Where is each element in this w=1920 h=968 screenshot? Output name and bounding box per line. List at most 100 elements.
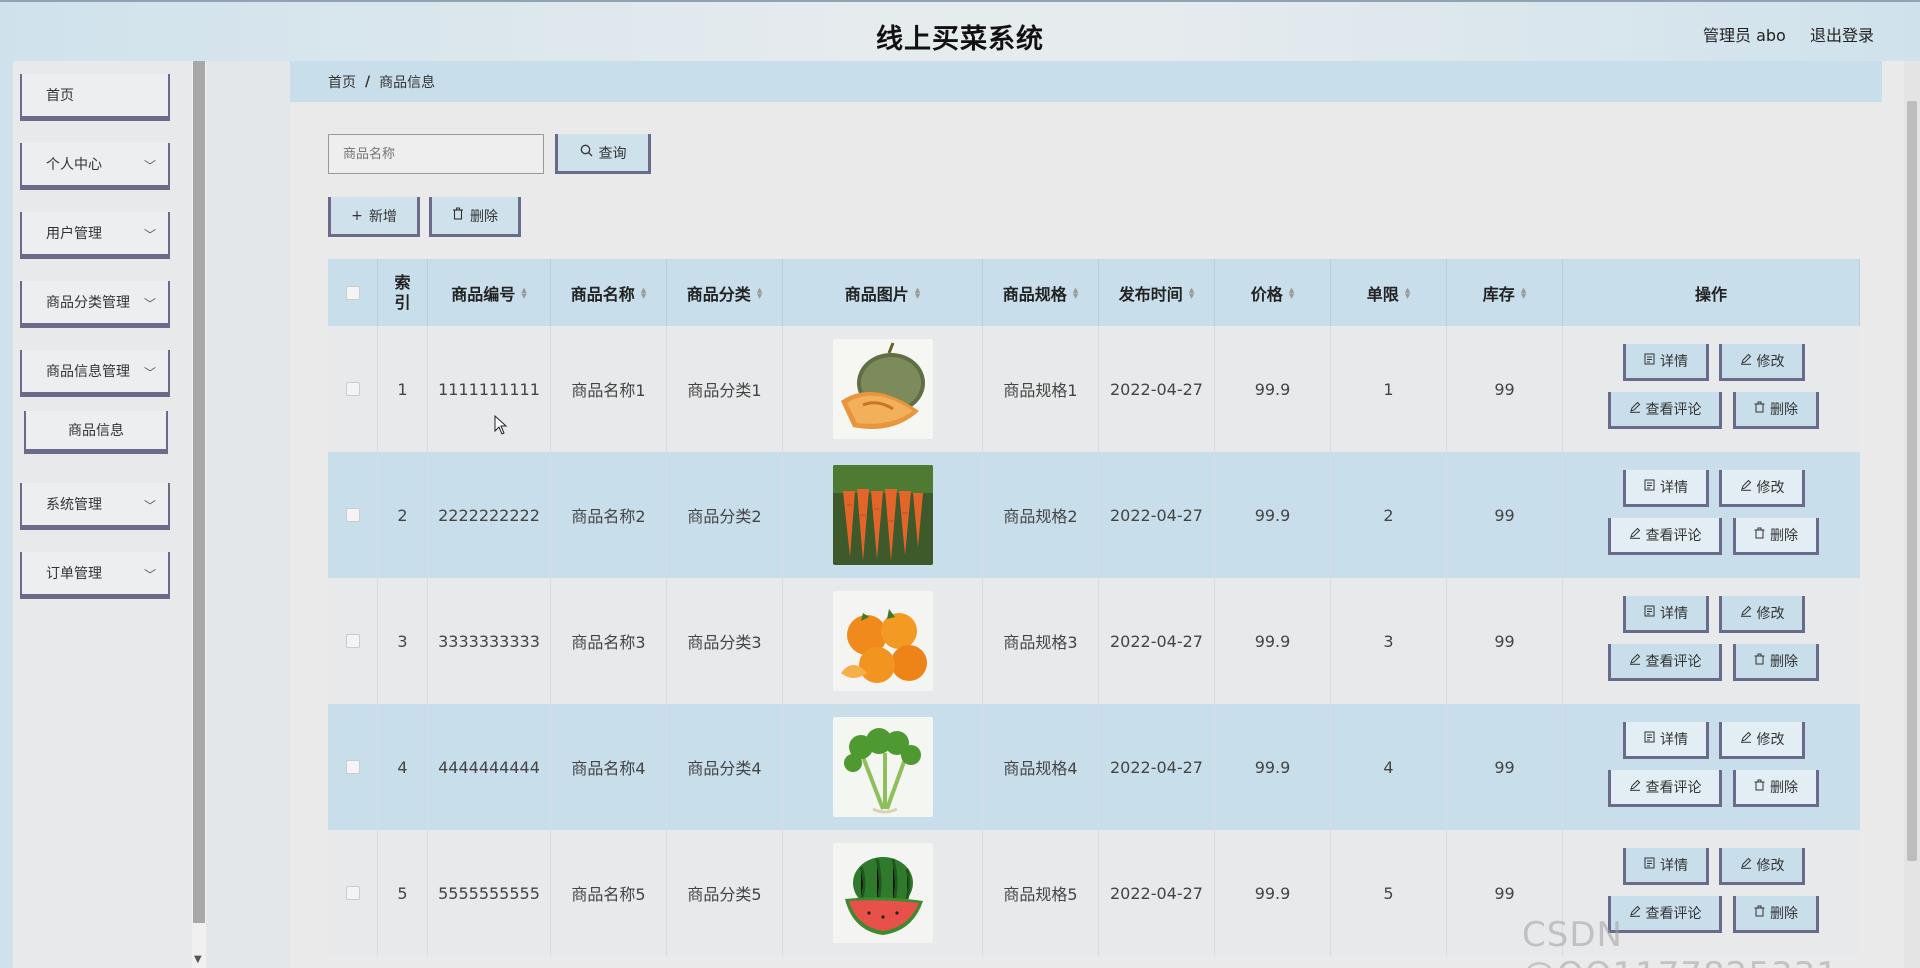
cell-code: 1111111111 xyxy=(428,326,551,452)
sidebar-item-category-management[interactable]: 商品分类管理 ﹀ xyxy=(20,281,170,328)
view-reviews-label: 查看评论 xyxy=(1645,402,1702,418)
sort-icon[interactable]: ▲ ▼ xyxy=(1405,286,1410,299)
sidebar-scrollbar[interactable]: ▼ xyxy=(192,61,206,968)
admin-user-label: 管理员 abo xyxy=(1703,26,1786,45)
breadcrumb-home[interactable]: 首页 xyxy=(328,72,356,92)
scrollbar-thumb[interactable] xyxy=(193,61,205,923)
row-checkbox[interactable] xyxy=(345,382,360,396)
logout-link[interactable]: 退出登录 xyxy=(1810,22,1874,46)
sidebar-item-order-management[interactable]: 订单管理 ﹀ xyxy=(20,552,170,599)
cell-code: 5555555555 xyxy=(428,830,551,956)
sidebar-item-personal-center[interactable]: 个人中心 ﹀ xyxy=(20,143,170,190)
trash-icon xyxy=(1754,779,1765,795)
detail-button[interactable]: 详情 xyxy=(1623,596,1709,633)
cell-code: 3333333333 xyxy=(428,578,551,704)
row-checkbox[interactable] xyxy=(345,886,360,900)
header-stock[interactable]: 库存 ▲ ▼ xyxy=(1447,259,1563,326)
search-input[interactable] xyxy=(328,134,544,174)
detail-button[interactable]: 详情 xyxy=(1623,470,1709,507)
product-image-hami-melon[interactable] xyxy=(832,339,933,439)
sort-icon[interactable]: ▲ ▼ xyxy=(1073,286,1078,299)
cell-image xyxy=(783,830,983,956)
row-checkbox[interactable] xyxy=(345,508,360,522)
product-image-oranges[interactable] xyxy=(832,591,933,691)
scrollbar-thumb[interactable] xyxy=(1907,101,1917,861)
sidebar-item-product-management[interactable]: 商品信息管理 ﹀ xyxy=(20,350,170,397)
view-reviews-button[interactable]: 查看评论 xyxy=(1608,644,1722,681)
row-delete-button[interactable]: 删除 xyxy=(1733,770,1819,807)
edit-button[interactable]: 修改 xyxy=(1719,722,1805,759)
header-code[interactable]: 商品编号 ▲ ▼ xyxy=(428,259,551,326)
header-spec[interactable]: 商品规格 ▲ ▼ xyxy=(983,259,1099,326)
batch-delete-button[interactable]: 删除 xyxy=(429,197,521,237)
sort-icon[interactable]: ▲ ▼ xyxy=(757,286,762,299)
document-icon xyxy=(1644,605,1655,621)
detail-label: 详情 xyxy=(1660,354,1688,370)
select-all-checkbox[interactable] xyxy=(345,285,360,300)
cell-category: 商品分类4 xyxy=(667,704,783,830)
header-image[interactable]: 商品图片 ▲ ▼ xyxy=(783,259,983,326)
view-reviews-label: 查看评论 xyxy=(1645,528,1702,544)
row-delete-button[interactable]: 删除 xyxy=(1733,644,1819,681)
view-reviews-label: 查看评论 xyxy=(1645,654,1702,670)
row-checkbox-cell xyxy=(328,704,378,830)
app-title: 线上买菜系统 xyxy=(876,24,1044,55)
trash-icon xyxy=(1754,653,1765,669)
row-checkbox-cell xyxy=(328,326,378,452)
cell-spec: 商品规格1 xyxy=(983,326,1099,452)
row-checkbox[interactable] xyxy=(345,760,360,774)
edit-pen-icon xyxy=(1740,857,1752,873)
cell-actions: 详情 修改 查看评论 删除 xyxy=(1563,704,1860,830)
header-actions: 操作 xyxy=(1563,259,1860,326)
detail-button[interactable]: 详情 xyxy=(1623,722,1709,759)
detail-button[interactable]: 详情 xyxy=(1623,344,1709,381)
sort-icon[interactable]: ▲ ▼ xyxy=(641,286,646,299)
sort-icon[interactable]: ▲ ▼ xyxy=(1521,286,1526,299)
cell-limit: 2 xyxy=(1331,452,1447,578)
header-name[interactable]: 商品名称 ▲ ▼ xyxy=(551,259,667,326)
sidebar-item-label: 商品信息 xyxy=(68,423,124,439)
sidebar-item-home[interactable]: 首页 xyxy=(20,74,170,121)
sort-icon[interactable]: ▲ ▼ xyxy=(1189,286,1194,299)
detail-label: 详情 xyxy=(1660,858,1688,874)
header-index: 索引 xyxy=(378,259,428,326)
detail-button[interactable]: 详情 xyxy=(1623,848,1709,885)
page-scrollbar[interactable] xyxy=(1904,61,1920,968)
cell-price: 99.9 xyxy=(1215,326,1331,452)
edit-button[interactable]: 修改 xyxy=(1719,848,1805,885)
header-price[interactable]: 价格 ▲ ▼ xyxy=(1215,259,1331,326)
sidebar-item-system-management[interactable]: 系统管理 ﹀ xyxy=(20,483,170,530)
sort-icon[interactable]: ▲ ▼ xyxy=(915,286,920,299)
row-delete-button[interactable]: 删除 xyxy=(1733,392,1819,429)
header-date[interactable]: 发布时间 ▲ ▼ xyxy=(1099,259,1215,326)
scroll-down-arrow-icon[interactable]: ▼ xyxy=(194,954,202,965)
header-category[interactable]: 商品分类 ▲ ▼ xyxy=(667,259,783,326)
edit-label: 修改 xyxy=(1756,480,1785,496)
view-reviews-button[interactable]: 查看评论 xyxy=(1608,392,1722,429)
header-limit[interactable]: 单限 ▲ ▼ xyxy=(1331,259,1447,326)
query-button[interactable]: 查询 xyxy=(555,134,651,174)
cell-name: 商品名称4 xyxy=(551,704,667,830)
row-checkbox[interactable] xyxy=(345,634,360,648)
sort-icon[interactable]: ▲ ▼ xyxy=(1289,286,1294,299)
detail-label: 详情 xyxy=(1660,480,1688,496)
sidebar-item-user-management[interactable]: 用户管理 ﹀ xyxy=(20,212,170,259)
row-checkbox-cell xyxy=(328,452,378,578)
view-reviews-button[interactable]: 查看评论 xyxy=(1608,518,1722,555)
sidebar-item-product-info[interactable]: 商品信息 xyxy=(24,411,168,454)
sort-icon[interactable]: ▲ ▼ xyxy=(521,286,526,299)
edit-button[interactable]: 修改 xyxy=(1719,344,1805,381)
product-image-celery[interactable] xyxy=(832,717,933,817)
row-delete-button[interactable]: 删除 xyxy=(1733,518,1819,555)
edit-pen-icon xyxy=(1629,401,1641,417)
product-image-carrots[interactable] xyxy=(832,465,933,565)
view-reviews-button[interactable]: 查看评论 xyxy=(1608,770,1722,807)
add-button[interactable]: + 新增 xyxy=(328,197,420,237)
chevron-down-icon: ﹀ xyxy=(143,228,156,242)
edit-button[interactable]: 修改 xyxy=(1719,596,1805,633)
table-row: 1 1111111111 商品名称1 商品分类1 商品规格1 2022-04-2… xyxy=(328,326,1860,452)
cell-code: 4444444444 xyxy=(428,704,551,830)
edit-button[interactable]: 修改 xyxy=(1719,470,1805,507)
product-image-watermelon[interactable] xyxy=(832,843,933,943)
cell-date: 2022-04-27 xyxy=(1099,326,1215,452)
